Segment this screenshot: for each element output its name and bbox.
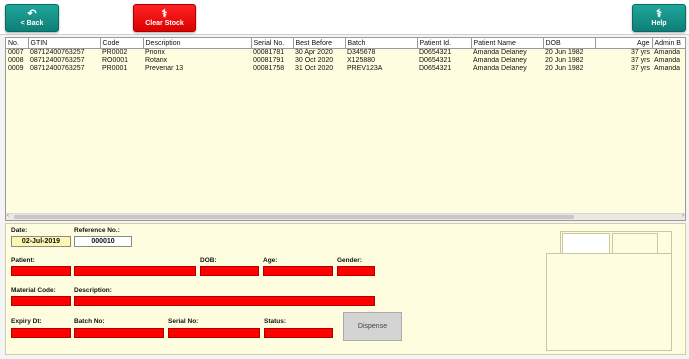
date-field[interactable]: 02-Jul-2019: [11, 236, 71, 247]
cell-gtin: 08712400763257: [30, 57, 85, 64]
cell-patient-id: D0654321: [419, 57, 452, 64]
cell-description: Priorix: [145, 49, 165, 56]
status-field[interactable]: [264, 328, 333, 338]
cell-patient-name: Amanda Delaney: [473, 65, 527, 72]
cell-admin: Amanda: [654, 57, 681, 64]
cell-gtin: 08712400763257: [30, 65, 85, 72]
cell-patient-name: Amanda Delaney: [473, 57, 527, 64]
batch-no-field[interactable]: [74, 328, 164, 338]
cell-no: 0007: [8, 49, 24, 56]
col-header-batch[interactable]: Batch: [345, 38, 418, 49]
table-row[interactable]: 0009 08712400763257 PR0001 Prevenar 13 0…: [6, 65, 685, 73]
cell-best-before: 30 Oct 2020: [295, 57, 334, 64]
age-label: Age:: [263, 257, 278, 264]
cell-description: Rotarix: [145, 57, 168, 64]
reference-field[interactable]: 000010: [74, 236, 132, 247]
material-code-label: Material Code:: [11, 287, 56, 294]
help-button-label: Help: [651, 20, 667, 27]
col-header-age[interactable]: Age: [595, 38, 653, 49]
image-tab-left[interactable]: [562, 233, 610, 255]
dispense-button[interactable]: Dispense: [343, 312, 402, 341]
cell-serial: 00081758: [253, 65, 285, 72]
table-row[interactable]: 0007 08712400763257 PR0002 Priorix 00081…: [6, 49, 685, 58]
gender-field[interactable]: [337, 266, 375, 276]
cell-no: 0009: [8, 65, 24, 72]
col-header-patient-id[interactable]: Patient Id.: [417, 38, 472, 49]
cell-age: 37 yrs: [630, 65, 650, 72]
col-header-gtin[interactable]: GTIN: [28, 38, 101, 49]
image-tab-right[interactable]: [612, 233, 658, 255]
cell-code: PR0002: [102, 49, 128, 56]
back-button[interactable]: ↶ < Back: [5, 4, 59, 32]
horizontal-scrollbar[interactable]: ‹ ›: [6, 213, 685, 220]
description-label: Description:: [74, 287, 112, 294]
help-button[interactable]: ⚕ Help: [632, 4, 686, 32]
cell-no: 0008: [8, 57, 24, 64]
stock-table: No. GTIN Code Description Serial No. Bes…: [6, 38, 685, 73]
cell-best-before: 30 Apr 2020: [295, 49, 333, 56]
cell-admin: Amanda: [654, 49, 681, 56]
col-header-no[interactable]: No.: [6, 38, 29, 49]
cell-age: 37 yrs: [630, 49, 650, 56]
col-header-serial[interactable]: Serial No.: [251, 38, 294, 49]
cell-batch: PREV123A: [347, 65, 383, 72]
col-header-code[interactable]: Code: [100, 38, 144, 49]
toolbar: ↶ < Back ⚕ Clear Stock ⚕ Help: [0, 0, 689, 35]
patient-label: Patient:: [11, 257, 35, 264]
cell-serial: 00081791: [253, 57, 285, 64]
cell-dob: 20 Jun 1982: [545, 49, 584, 56]
image-preview-box: [546, 253, 672, 351]
expiry-date-label: Expiry Dt:: [11, 318, 42, 325]
scroll-right-icon[interactable]: ›: [682, 213, 684, 219]
expiry-date-field[interactable]: [11, 328, 71, 338]
cell-admin: Amanda: [654, 65, 681, 72]
cell-patient-id: D0654321: [419, 49, 452, 56]
clear-stock-button[interactable]: ⚕ Clear Stock: [133, 4, 196, 32]
cell-best-before: 31 Oct 2020: [295, 65, 334, 72]
cell-patient-id: D0654321: [419, 65, 452, 72]
status-label: Status:: [264, 318, 287, 325]
description-field[interactable]: [74, 296, 375, 306]
clear-stock-icon: ⚕: [161, 8, 168, 20]
serial-no-label: Serial No:: [168, 318, 199, 325]
age-field[interactable]: [263, 266, 333, 276]
cell-age: 37 yrs: [630, 57, 650, 64]
dispense-form: Date: 02-Jul-2019 Reference No.: 000010 …: [5, 223, 686, 355]
cell-serial: 00081781: [253, 49, 285, 56]
help-icon: ⚕: [656, 8, 662, 20]
cell-gtin: 08712400763257: [30, 49, 85, 56]
grid-header-row: No. GTIN Code Description Serial No. Bes…: [6, 38, 685, 49]
cell-code: PR0001: [102, 65, 128, 72]
date-label: Date:: [11, 227, 28, 234]
col-header-dob[interactable]: DOB: [543, 38, 596, 49]
cell-dob: 20 Jun 1982: [545, 57, 584, 64]
clear-stock-label: Clear Stock: [145, 20, 184, 27]
material-code-field[interactable]: [11, 296, 71, 306]
cell-batch: X125880: [347, 57, 376, 64]
cell-batch: D345678: [347, 49, 376, 56]
dob-field[interactable]: [200, 266, 259, 276]
col-header-description[interactable]: Description: [143, 38, 252, 49]
scrollbar-thumb[interactable]: [14, 215, 574, 219]
dob-label: DOB:: [200, 257, 217, 264]
patient-name-field[interactable]: [74, 266, 196, 276]
col-header-patient-name[interactable]: Patient Name: [471, 38, 544, 49]
back-arrow-icon: ↶: [27, 8, 37, 20]
reference-label: Reference No.:: [74, 227, 120, 234]
cell-dob: 20 Jun 1982: [545, 65, 584, 72]
stock-grid: No. GTIN Code Description Serial No. Bes…: [5, 37, 686, 221]
gender-label: Gender:: [337, 257, 362, 264]
back-button-label: < Back: [20, 20, 44, 27]
col-header-best-before[interactable]: Best Before: [293, 38, 346, 49]
patient-id-field[interactable]: [11, 266, 71, 276]
cell-description: Prevenar 13: [145, 65, 184, 72]
serial-no-field[interactable]: [168, 328, 260, 338]
batch-no-label: Batch No:: [74, 318, 105, 325]
col-header-admin[interactable]: Admin B: [652, 38, 685, 49]
cell-patient-name: Amanda Delaney: [473, 49, 527, 56]
table-row[interactable]: 0008 08712400763257 RO0001 Rotarix 00081…: [6, 57, 685, 65]
scroll-left-icon[interactable]: ‹: [7, 213, 9, 219]
cell-code: RO0001: [102, 57, 129, 64]
